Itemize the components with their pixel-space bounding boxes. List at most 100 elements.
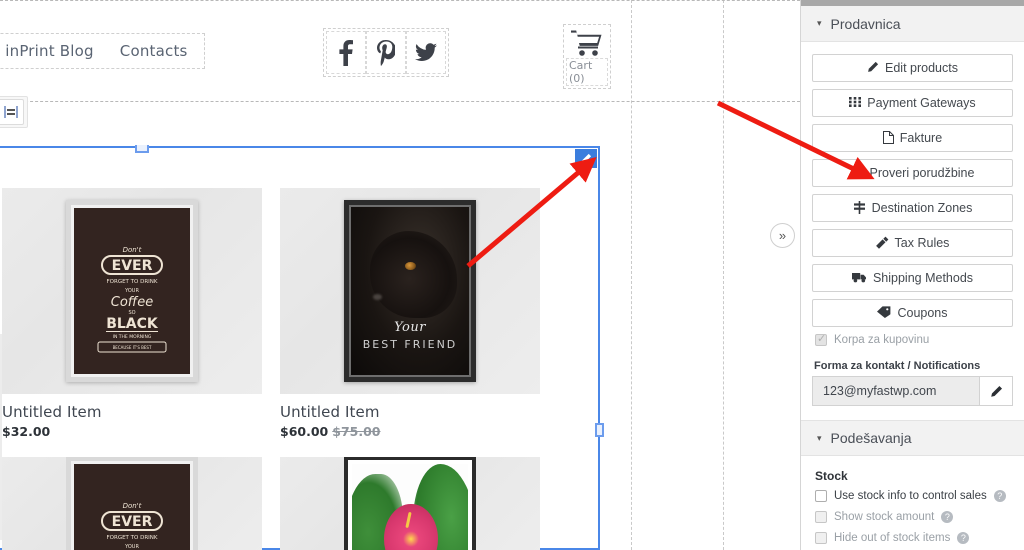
destination-zones-button[interactable]: Destination Zones (812, 194, 1013, 222)
section-header-podesavanja[interactable]: ▾ Podešavanja (801, 420, 1024, 456)
coupons-button[interactable]: Coupons (812, 299, 1013, 327)
nav-item-contacts[interactable]: Contacts (120, 42, 188, 60)
facebook-icon[interactable] (326, 31, 366, 74)
product-price-current: $60.00 (280, 424, 329, 439)
option-show-stock-amount[interactable]: Show stock amount ? (815, 511, 1013, 523)
svg-text:FORGET TO DRINK: FORGET TO DRINK (107, 279, 158, 285)
button-label: Fakture (899, 131, 943, 145)
checkbox-label: Korpa za kupovinu (834, 334, 930, 346)
dog-best-friend-poster[interactable]: Your BEST FRIEND (280, 188, 540, 394)
option-label: Hide out of stock items (834, 532, 951, 544)
checkbox[interactable] (815, 511, 827, 523)
site-preview-canvas[interactable]: me inPrint Blog Contacts Cart ( (0, 0, 800, 550)
pinterest-icon[interactable] (366, 31, 406, 74)
korpa-za-kupovinu-row[interactable]: Korpa za kupovinu (815, 332, 1013, 346)
pencil-icon (990, 385, 1002, 397)
svg-text:IN THE MORNING: IN THE MORNING (113, 334, 152, 340)
block-toolbar[interactable] (0, 96, 28, 128)
vertical-guide-right (631, 0, 632, 550)
help-icon[interactable]: ? (993, 490, 1006, 502)
twitter-icon[interactable] (406, 31, 446, 74)
option-hide-out-of-stock[interactable]: Hide out of stock items ? (815, 532, 1013, 544)
poster-line-1: Your (394, 320, 426, 336)
product-card[interactable] (280, 457, 540, 550)
grid-icon (849, 96, 862, 110)
shipping-methods-button[interactable]: Shipping Methods (812, 264, 1013, 292)
settings-section-body: Stock Use stock info to control sales ? … (801, 469, 1024, 544)
notifications-email-field[interactable]: 123@myfastwp.com (812, 376, 1013, 406)
svg-text:BECAUSE IT'S BEST: BECAUSE IT'S BEST (113, 345, 152, 350)
settings-panel[interactable]: ▾ Prodavnica Edit products Payment Gatew… (800, 0, 1024, 550)
option-use-stock-info[interactable]: Use stock info to control sales ? (815, 490, 1013, 502)
section-title: Prodavnica (830, 15, 901, 32)
nav-item-inprint-blog[interactable]: inPrint Blog (5, 42, 94, 60)
email-value[interactable]: 123@myfastwp.com (813, 377, 979, 405)
signpost-icon (853, 200, 866, 216)
fakture-button[interactable]: Fakture (812, 124, 1013, 152)
product-price: $60.00 $75.00 (280, 424, 540, 439)
edit-block-pencil-button[interactable] (575, 149, 597, 168)
product-price: $32.00 (2, 424, 262, 439)
poster-line-2: BEST FRIEND (362, 338, 458, 352)
svg-text:BLACK: BLACK (106, 316, 159, 332)
horizontal-guide-header (0, 101, 800, 102)
product-title[interactable]: Untitled Item (280, 403, 540, 421)
product-card[interactable]: Don't EVER FORGET TO DRINK YOUR Coffee S… (2, 188, 262, 439)
selected-product-block[interactable]: Don't EVER FORGET TO DRINK YOUR Coffee S… (0, 145, 604, 550)
svg-text:Don't: Don't (123, 502, 142, 510)
proveri-porudzbine-button[interactable]: Proveri porudžbine (812, 159, 1013, 187)
site-nav[interactable]: me inPrint Blog Contacts (0, 33, 205, 69)
contact-form-label: Forma za kontakt / Notifications (814, 360, 981, 372)
check-icon (851, 166, 864, 180)
horizontal-guide-top (0, 0, 800, 1)
vertical-guide-inner (723, 0, 724, 550)
edit-email-button[interactable] (979, 377, 1012, 405)
collapse-panel-button[interactable]: » (770, 223, 795, 248)
social-links[interactable] (323, 28, 449, 77)
checkbox[interactable] (815, 532, 827, 544)
coffee-black-poster[interactable]: Don't EVER FORGET TO DRINK YOUR Coffee (2, 457, 262, 550)
option-label: Use stock info to control sales (834, 490, 987, 502)
coffee-black-poster[interactable]: Don't EVER FORGET TO DRINK YOUR Coffee S… (2, 188, 262, 394)
help-icon[interactable]: ? (957, 532, 970, 544)
svg-text:EVER: EVER (112, 514, 153, 530)
store-section-body: Edit products Payment Gateways Fakture P… (801, 42, 1024, 406)
product-price-current: $32.00 (2, 424, 51, 439)
button-label: Destination Zones (871, 201, 973, 215)
svg-text:Coffee: Coffee (111, 295, 153, 310)
button-label: Shipping Methods (872, 271, 974, 285)
pencil-icon (867, 61, 879, 75)
section-header-prodavnica[interactable]: ▾ Prodavnica (801, 6, 1024, 42)
checkbox[interactable] (815, 490, 827, 502)
chevron-double-right-icon: » (778, 228, 787, 243)
file-icon (882, 130, 894, 146)
tag-icon (877, 306, 891, 320)
svg-text:YOUR: YOUR (124, 544, 139, 550)
resize-handle-top[interactable] (135, 145, 149, 153)
truck-icon (851, 272, 867, 285)
product-card[interactable]: Don't EVER FORGET TO DRINK YOUR Coffee (2, 457, 262, 550)
product-title[interactable]: Untitled Item (2, 403, 262, 421)
product-card[interactable]: Your BEST FRIEND Untitled Item $60.00 $75… (280, 188, 540, 439)
tax-rules-button[interactable]: Tax Rules (812, 229, 1013, 257)
checkbox[interactable] (815, 332, 827, 346)
tropical-hibiscus-poster[interactable] (280, 457, 540, 550)
svg-text:EVER: EVER (112, 258, 153, 274)
button-label: Edit products (885, 61, 958, 75)
section-title: Podešavanja (830, 430, 912, 446)
edit-products-button[interactable]: Edit products (812, 54, 1013, 82)
payment-gateways-button[interactable]: Payment Gateways (812, 89, 1013, 117)
screenshot-root: me inPrint Blog Contacts Cart ( (0, 0, 1024, 550)
caret-down-icon: ▾ (817, 432, 822, 443)
caret-down-icon: ▾ (817, 18, 822, 28)
align-widget-icon[interactable] (0, 99, 24, 125)
product-grid: Don't EVER FORGET TO DRINK YOUR Coffee S… (0, 188, 598, 550)
cart-widget[interactable]: Cart (0) (563, 24, 611, 89)
cart-count-label: Cart (0) (566, 58, 608, 86)
stock-heading: Stock (815, 469, 848, 483)
svg-text:Don't: Don't (123, 246, 142, 254)
button-label: Payment Gateways (867, 96, 976, 110)
product-price-old: $75.00 (332, 424, 381, 439)
option-label: Show stock amount (834, 511, 935, 523)
help-icon[interactable]: ? (941, 511, 954, 523)
